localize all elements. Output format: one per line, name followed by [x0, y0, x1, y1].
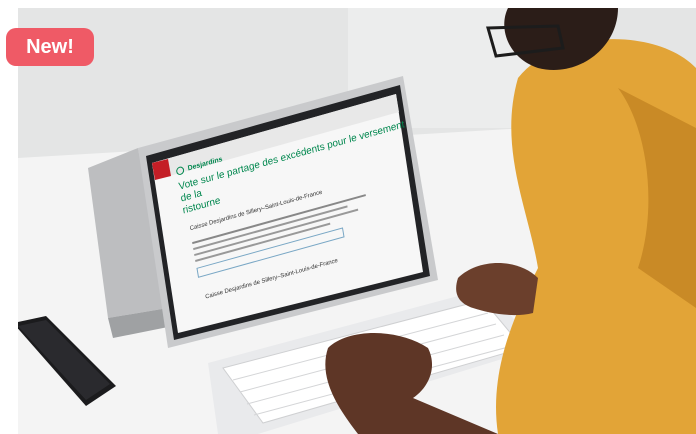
logo-icon — [175, 165, 185, 176]
photo-frame: Desjardins Vote sur le partage des excéd… — [0, 0, 696, 434]
new-badge: New! — [6, 28, 94, 66]
